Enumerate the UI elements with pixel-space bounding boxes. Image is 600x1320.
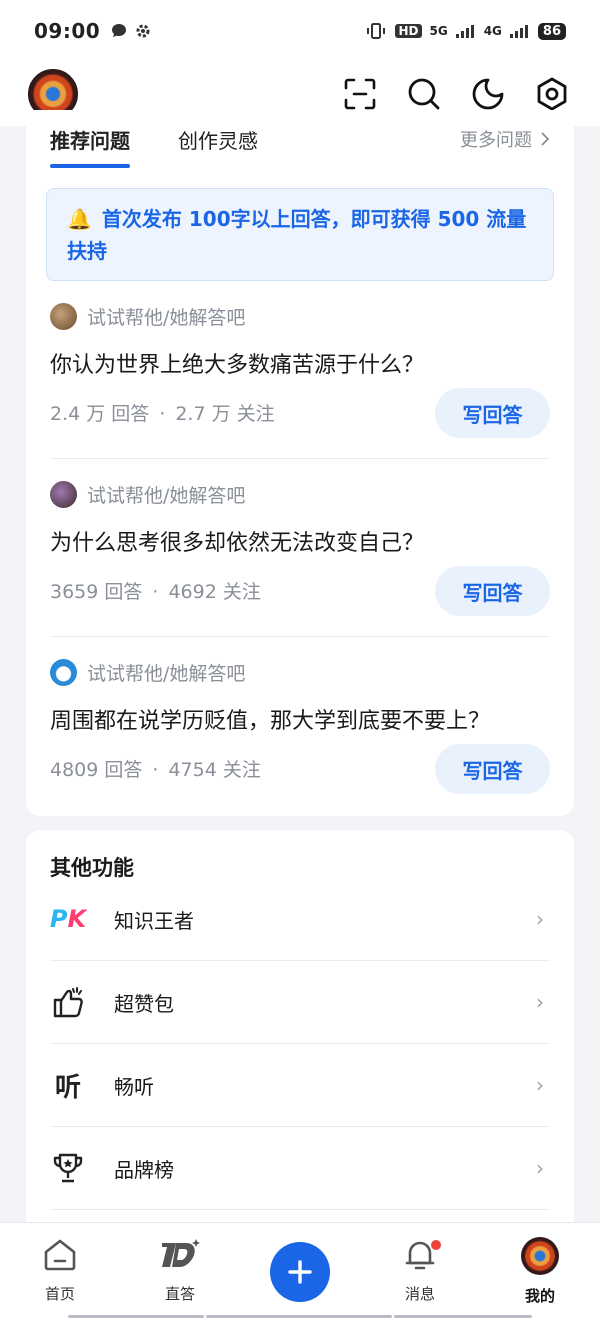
question-hint: 试试帮他/她解答吧 [87, 663, 246, 685]
network-hd: HD [395, 24, 422, 38]
question-meta: 4809 回答 · 4754 关注 [50, 759, 261, 781]
question-title[interactable]: 为什么思考很多却依然无法改变自己？ [50, 525, 424, 557]
nav-label: 我的 [524, 1287, 555, 1305]
notice-banner: 🔔 首次发布 100字以上回答，即可获得 500 流量扶持 [46, 188, 554, 281]
chat-bubble-icon [112, 24, 127, 37]
status-bar: 09:00 HD 5G 4G 86 [0, 0, 600, 62]
follow-count: 2.7 万 关注 [175, 403, 275, 425]
function-label: 畅听 [114, 1074, 154, 1099]
function-item-knowledge-king[interactable]: PK 知识王者 › [50, 878, 550, 961]
questions-card: 推荐问题 创作灵感 更多问题 🔔 首次发布 100字以上回答，即可获得 500 流… [26, 110, 574, 816]
question-item[interactable]: 试试帮他/她解答吧 周围都在说学历贬值，那大学到底要不要上？ 4809 回答 · 4… [50, 637, 550, 815]
question-title[interactable]: 周围都在说学历贬值，那大学到底要不要上？ [50, 703, 490, 735]
answer-count: 2.4 万 回答 [50, 403, 150, 425]
network-4g: 4G [483, 24, 502, 38]
function-item-listen[interactable]: 听 畅听 › [50, 1044, 550, 1127]
chevron-right-icon: › [536, 990, 544, 1014]
chevron-right-icon: › [536, 907, 544, 931]
chevron-right-icon [541, 132, 550, 146]
answer-count: 4809 回答 [50, 759, 143, 781]
other-functions-card: 其他功能 PK 知识王者 › 超赞包 › 听 畅听 › 品牌榜 › [26, 830, 574, 1250]
question-meta: 2.4 万 回答 · 2.7 万 关注 [50, 403, 275, 425]
network-5g: 5G [429, 24, 448, 38]
chevron-right-icon: › [536, 1156, 544, 1180]
question-hint: 试试帮他/她解答吧 [87, 485, 246, 507]
tab-inspiration[interactable]: 创作灵感 [178, 110, 258, 168]
direct-answer-icon [162, 1239, 200, 1267]
function-item-super-like[interactable]: 超赞包 › [50, 961, 550, 1044]
nav-home[interactable]: 首页 [20, 1237, 100, 1304]
tab-recommended[interactable]: 推荐问题 [50, 110, 130, 168]
vibrate-icon [367, 23, 386, 39]
function-label: 超赞包 [114, 991, 174, 1016]
signal-icon [455, 25, 474, 38]
tab-bar: 推荐问题 创作灵感 更多问题 [26, 110, 574, 168]
nav-label: 消息 [404, 1285, 435, 1303]
nav-label: 直答 [164, 1285, 195, 1303]
moon-icon[interactable] [470, 76, 506, 112]
question-item[interactable]: 试试帮他/她解答吧 为什么思考很多却依然无法改变自己？ 3659 回答 · 4692… [50, 459, 550, 637]
publish-button[interactable] [270, 1242, 330, 1302]
function-label: 知识王者 [114, 908, 194, 933]
nav-me[interactable]: 我的 [500, 1237, 580, 1306]
user-avatar [50, 303, 77, 330]
user-avatar [50, 481, 77, 508]
write-answer-button[interactable]: 写回答 [435, 388, 550, 438]
function-item-brand-rank[interactable]: 品牌榜 › [50, 1127, 550, 1210]
bottom-nav: 首页 直答 消息 我的 [0, 1222, 600, 1320]
follow-count: 4692 关注 [168, 581, 261, 603]
thumbs-up-icon [50, 984, 86, 1020]
more-questions-label: 更多问题 [460, 130, 532, 151]
search-icon[interactable] [406, 76, 442, 112]
status-time: 09:00 [34, 19, 101, 43]
nav-messages[interactable]: 消息 [380, 1237, 460, 1304]
question-list: 试试帮他/她解答吧 你认为世界上绝大多数痛苦源于什么？ 2.4 万 回答 · 2.7… [26, 281, 574, 815]
question-title[interactable]: 你认为世界上绝大多数痛苦源于什么？ [50, 347, 424, 379]
write-answer-button[interactable]: 写回答 [435, 566, 550, 616]
bell-icon: 🔔 [67, 207, 92, 231]
gear-small-icon [136, 24, 150, 38]
plus-icon [288, 1260, 312, 1284]
answer-count: 3659 回答 [50, 581, 143, 603]
battery-level: 86 [537, 22, 566, 40]
trophy-icon [50, 1150, 86, 1186]
nav-label: 首页 [44, 1285, 75, 1303]
settings-icon[interactable] [534, 76, 570, 112]
signal-icon [509, 25, 528, 38]
scan-icon[interactable] [342, 76, 378, 112]
function-label: 品牌榜 [114, 1157, 174, 1182]
gesture-bar [206, 1315, 392, 1318]
user-avatar [50, 659, 77, 686]
question-item[interactable]: 试试帮他/她解答吧 你认为世界上绝大多数痛苦源于什么？ 2.4 万 回答 · 2.7… [50, 281, 550, 459]
gesture-bar [68, 1315, 204, 1318]
more-questions-link[interactable]: 更多问题 [460, 126, 550, 152]
unread-dot [431, 1240, 441, 1250]
nav-avatar [521, 1237, 559, 1275]
write-answer-button[interactable]: 写回答 [435, 744, 550, 794]
question-hint: 试试帮他/她解答吧 [87, 307, 246, 329]
nav-direct-answer[interactable]: 直答 [140, 1237, 220, 1304]
listen-icon: 听 [54, 1072, 81, 1103]
gesture-bar [394, 1315, 532, 1318]
chevron-right-icon: › [536, 1073, 544, 1097]
follow-count: 4754 关注 [168, 759, 261, 781]
notice-text: 首次发布 100字以上回答，即可获得 500 流量扶持 [67, 207, 527, 263]
pk-icon: PK [49, 905, 87, 933]
home-icon [44, 1239, 76, 1271]
question-meta: 3659 回答 · 4692 关注 [50, 581, 261, 603]
